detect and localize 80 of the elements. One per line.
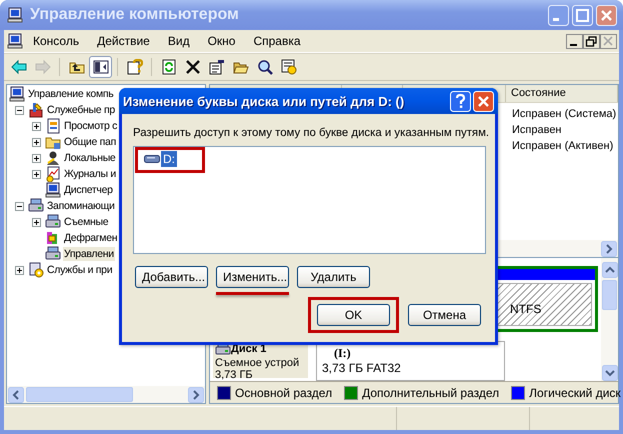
menu-item[interactable]: Консоль	[25, 32, 88, 50]
tree-item[interactable]: Управление компь	[27, 87, 114, 101]
gear-icon	[28, 262, 44, 278]
disk-size: 3,73 ГБ	[215, 369, 253, 381]
pane-toggle-icon	[92, 59, 108, 75]
expand-button[interactable]	[32, 154, 41, 162]
computer-icon	[7, 33, 23, 49]
partition-name: (I:)	[333, 346, 352, 361]
tree-item[interactable]: Журналы и	[63, 167, 117, 181]
properties-icon	[208, 59, 224, 75]
dialog-title: Изменение буквы диска или путей для D: ()	[123, 94, 406, 108]
disk-type: Съемное устрой	[215, 357, 300, 369]
collapse-button[interactable]	[15, 106, 24, 114]
back-arrow-icon	[10, 59, 26, 75]
table-cell-text: Исправен (Активен)	[511, 139, 614, 154]
legend-label: Дополнительный раздел	[362, 386, 500, 400]
scroll-right-button[interactable]	[188, 386, 204, 402]
toolbar-button[interactable]	[89, 56, 112, 78]
dialog-prompt: Разрешить доступ к этому тому по букве диска и указанным путям.	[133, 127, 486, 139]
scroll-up-button[interactable]	[602, 262, 618, 278]
partition-details: NTFS	[510, 302, 542, 317]
scroll-right-button[interactable]	[601, 240, 617, 256]
refresh-icon	[160, 59, 176, 75]
search-icon	[256, 59, 272, 75]
expand-button[interactable]	[15, 266, 24, 274]
tree-item[interactable]: Просмотр с	[63, 119, 118, 133]
tree-item[interactable]: Запоминающи	[46, 199, 116, 213]
path-item[interactable]: D:	[161, 151, 177, 167]
help-button[interactable]	[450, 90, 471, 112]
expand-button[interactable]	[32, 122, 41, 130]
help-icon	[126, 59, 142, 75]
settings-icon	[280, 59, 296, 75]
menu-item[interactable]: Окно	[200, 32, 244, 50]
table-cell-text: Исправен	[511, 123, 562, 138]
drive-icon	[45, 246, 61, 262]
tree-item[interactable]: Дефрагмен	[63, 231, 118, 245]
computer-icon	[7, 7, 23, 23]
maximize-button[interactable]	[572, 4, 593, 26]
scroll-thumb[interactable]	[26, 387, 133, 402]
forward-arrow-icon	[34, 59, 50, 75]
cancel-button[interactable]: Отмена	[408, 304, 481, 326]
legend-label: Логический диск	[529, 386, 621, 400]
ok-button[interactable]: OK	[317, 304, 390, 326]
partition-details: 3,73 ГБ FAT32	[322, 361, 402, 376]
menu-item[interactable]: Справка	[245, 32, 309, 50]
tree-item[interactable]: Диспетчер	[63, 183, 114, 197]
drive-icon	[28, 198, 44, 214]
partition[interactable]: (I:) 3,73 ГБ FAT32	[313, 338, 508, 378]
window-title: Управление компьютером	[30, 6, 240, 24]
scroll-thumb[interactable]	[602, 280, 617, 310]
restore-button[interactable]	[583, 34, 600, 48]
tree-item[interactable]: Локальные	[63, 151, 116, 165]
collapse-button[interactable]	[15, 202, 24, 210]
event-page-icon	[45, 118, 61, 134]
tree-item[interactable]: Съемные	[63, 215, 110, 229]
dialog-button[interactable]: Добавить...	[135, 266, 208, 288]
legend-label: Основной раздел	[235, 386, 332, 400]
scroll-left-button[interactable]	[8, 386, 24, 402]
dialog-button[interactable]: Изменить...	[216, 266, 289, 288]
computer-icon	[9, 86, 25, 102]
user-icon	[45, 150, 61, 166]
tree-item[interactable]: Служебные пр	[46, 103, 116, 117]
chart-icon	[45, 166, 61, 182]
drive-icon	[45, 214, 61, 230]
scroll-down-button[interactable]	[602, 365, 618, 381]
menu-item[interactable]: Действие	[89, 32, 158, 50]
delete-icon	[184, 59, 200, 75]
tree-item[interactable]: Управлени	[63, 247, 115, 261]
tree-item[interactable]: Общие пап	[63, 135, 117, 149]
computer-icon	[45, 182, 61, 198]
dialog-button[interactable]: Удалить	[297, 266, 370, 288]
drive-icon	[144, 153, 160, 165]
expand-button[interactable]	[32, 170, 41, 178]
tools-icon	[28, 102, 44, 118]
minimize-button[interactable]	[566, 34, 583, 48]
expand-button[interactable]	[32, 218, 41, 226]
expand-button[interactable]	[32, 138, 41, 146]
menu-item[interactable]: Вид	[160, 32, 198, 50]
tree-item[interactable]: Службы и при	[46, 263, 114, 277]
table-cell-text: Исправен (Система)	[511, 107, 616, 122]
